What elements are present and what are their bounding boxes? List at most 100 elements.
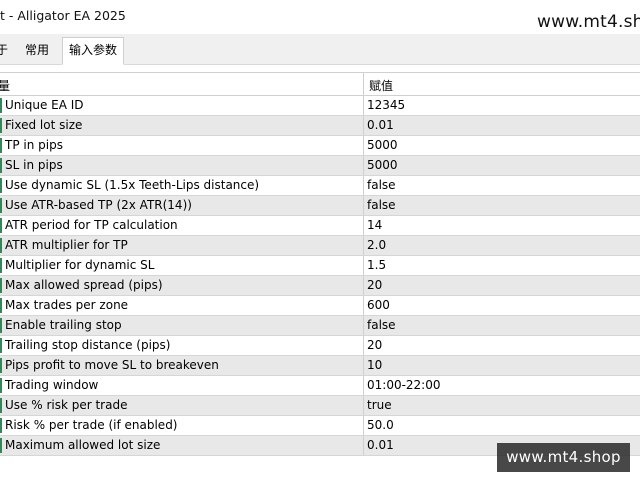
parameter-marker-icon [0,378,2,393]
parameter-marker-icon [0,238,2,253]
parameter-marker-icon [0,158,2,173]
table-row[interactable]: SL in pips 5000 [0,156,640,176]
parameter-value[interactable]: 1.5 [367,258,386,272]
column-divider [363,236,364,255]
parameter-value[interactable]: 50.0 [367,418,394,432]
parameter-value[interactable]: 0.01 [367,118,394,132]
parameter-name: SL in pips [5,158,63,172]
parameter-value[interactable]: false [367,198,396,212]
table-row[interactable]: Use % risk per trade true [0,396,640,416]
parameter-name: Use % risk per trade [5,398,128,412]
column-divider [363,256,364,275]
parameter-value[interactable]: 600 [367,298,390,312]
header-divider [363,73,364,95]
parameter-value[interactable]: 01:00-22:00 [367,378,441,392]
parameter-marker-icon [0,398,2,413]
parameter-value[interactable]: 12345 [367,98,405,112]
table-row[interactable]: Use dynamic SL (1.5x Teeth-Lips distance… [0,176,640,196]
parameter-marker-icon [0,98,2,113]
parameter-marker-icon [0,358,2,373]
parameter-marker-icon [0,338,2,353]
parameter-name: Fixed lot size [5,118,83,132]
table-row[interactable]: ATR period for TP calculation 14 [0,216,640,236]
column-divider [363,136,364,155]
parameter-marker-icon [0,278,2,293]
table-row[interactable]: ATR multiplier for TP 2.0 [0,236,640,256]
table-row[interactable]: Risk % per trade (if enabled) 50.0 [0,416,640,436]
parameter-name: Enable trailing stop [5,318,122,332]
table-row[interactable]: Enable trailing stop false [0,316,640,336]
column-divider [363,176,364,195]
parameter-marker-icon [0,438,2,453]
parameter-value[interactable]: 5000 [367,138,398,152]
tab-partial[interactable]: 于 [0,38,10,64]
parameter-name: Trading window [5,378,99,392]
parameter-marker-icon [0,178,2,193]
tab-inputs[interactable]: 输入参数 [62,37,124,65]
parameter-marker-icon [0,258,2,273]
window-title: t - Alligator EA 2025 [0,8,126,23]
tab-common[interactable]: 常用 [18,38,56,64]
column-divider [363,216,364,235]
parameter-value[interactable]: 20 [367,338,382,352]
parameter-marker-icon [0,218,2,233]
column-divider [363,116,364,135]
column-divider [363,96,364,115]
title-bar: t - Alligator EA 2025 www.mt4.sh [0,0,640,34]
parameter-name: Multiplier for dynamic SL [5,258,155,272]
parameter-value[interactable]: 20 [367,278,382,292]
table-row[interactable]: Fixed lot size 0.01 [0,116,640,136]
parameter-value[interactable]: 2.0 [367,238,386,252]
table-row[interactable]: Trailing stop distance (pips) 20 [0,336,640,356]
parameter-name: ATR period for TP calculation [5,218,178,232]
parameter-value[interactable]: 0.01 [367,438,394,452]
parameter-name: Maximum allowed lot size [5,438,161,452]
header-value[interactable]: 赋值 [369,77,393,94]
column-divider [363,296,364,315]
tab-bar: 于 常用 输入参数 [0,34,640,65]
parameter-name: Max trades per zone [5,298,129,312]
parameter-marker-icon [0,198,2,213]
table-row[interactable]: Use ATR-based TP (2x ATR(14)) false [0,196,640,216]
parameter-name: Pips profit to move SL to breakeven [5,358,219,372]
parameter-marker-icon [0,298,2,313]
column-divider [363,336,364,355]
table-row[interactable]: Unique EA ID 12345 [0,96,640,116]
table-row[interactable]: Max allowed spread (pips) 20 [0,276,640,296]
parameter-value[interactable]: true [367,398,392,412]
parameter-name: Risk % per trade (if enabled) [5,418,178,432]
table-row[interactable]: TP in pips 5000 [0,136,640,156]
parameter-marker-icon [0,138,2,153]
table-header: 量 赋值 [0,73,640,96]
parameter-name: ATR multiplier for TP [5,238,128,252]
watermark-top: www.mt4.sh [537,12,640,32]
table-row[interactable]: Max trades per zone 600 [0,296,640,316]
parameter-marker-icon [0,318,2,333]
parameter-name: Unique EA ID [5,98,84,112]
header-variable[interactable]: 量 [0,77,10,94]
parameter-value[interactable]: 5000 [367,158,398,172]
parameter-value[interactable]: 10 [367,358,382,372]
parameter-marker-icon [0,118,2,133]
column-divider [363,416,364,435]
column-divider [363,196,364,215]
watermark-bottom: www.mt4.shop [497,443,630,472]
parameter-value[interactable]: false [367,178,396,192]
parameters-table: 量 赋值 Unique EA ID 12345 Fixed lot size 0.01… [0,72,640,456]
column-divider [363,276,364,295]
table-row[interactable]: Multiplier for dynamic SL 1.5 [0,256,640,276]
column-divider [363,436,364,455]
parameter-name: TP in pips [5,138,63,152]
parameter-name: Trailing stop distance (pips) [5,338,171,352]
parameter-value[interactable]: 14 [367,218,382,232]
column-divider [363,396,364,415]
parameter-marker-icon [0,418,2,433]
table-row[interactable]: Trading window 01:00-22:00 [0,376,640,396]
column-divider [363,316,364,335]
table-row[interactable]: Pips profit to move SL to breakeven 10 [0,356,640,376]
column-divider [363,376,364,395]
parameter-value[interactable]: false [367,318,396,332]
parameter-name: Use dynamic SL (1.5x Teeth-Lips distance… [5,178,260,192]
parameter-name: Use ATR-based TP (2x ATR(14)) [5,198,192,212]
column-divider [363,156,364,175]
